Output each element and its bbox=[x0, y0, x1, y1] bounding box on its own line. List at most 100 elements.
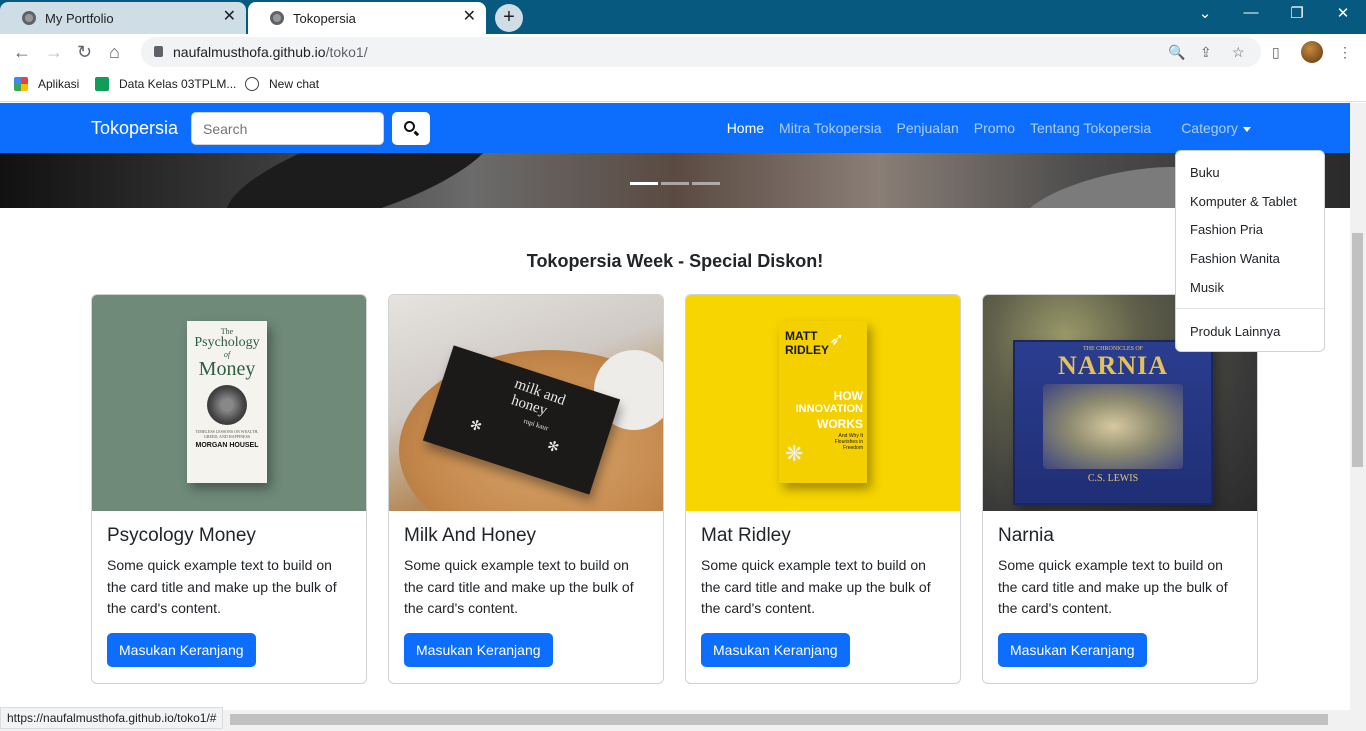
nav-category-toggle[interactable]: Category bbox=[1166, 120, 1251, 136]
url-host: naufalmusthofa.github.io bbox=[173, 44, 326, 60]
card-text: Some quick example text to build on the … bbox=[107, 557, 337, 616]
dropdown-item-fashion-pria[interactable]: Fashion Pria bbox=[1190, 222, 1263, 237]
hero-carousel bbox=[0, 153, 1350, 208]
zoom-icon[interactable]: 🔍 bbox=[1168, 44, 1185, 61]
dropdown-item-buku[interactable]: Buku bbox=[1190, 165, 1220, 180]
book-cover: The Psychology of Money TIMELESS LESSONS… bbox=[187, 321, 267, 483]
bookmark-new-chat[interactable]: New chat bbox=[245, 77, 319, 91]
paper-plane-icon: ➶ bbox=[829, 329, 845, 349]
card-title: Narnia bbox=[998, 525, 1054, 546]
narnia-illustration bbox=[1043, 384, 1183, 469]
reload-icon[interactable]: ↻ bbox=[77, 42, 92, 63]
scrollbar-thumb[interactable] bbox=[230, 714, 1328, 725]
product-image: milk and honey rupi kaur ✻ ✻ bbox=[389, 295, 663, 511]
caret-down-icon bbox=[1243, 126, 1251, 132]
tab-strip: My Portfolio ✕ Tokopersia ✕ + ⌄ — ❐ ✕ bbox=[0, 0, 1366, 34]
address-bar-row: ← → ↻ ⌂ naufalmusthofa.github.io/toko1/ … bbox=[0, 34, 1366, 70]
add-to-cart-button[interactable]: Masukan Keranjang bbox=[404, 633, 553, 667]
cover-text: C.S. LEWIS bbox=[1087, 473, 1139, 484]
close-icon[interactable]: ✕ bbox=[463, 9, 476, 25]
bookmark-label: New chat bbox=[269, 77, 320, 91]
forward-icon[interactable]: → bbox=[45, 42, 63, 63]
carousel-indicator[interactable] bbox=[630, 182, 658, 185]
add-to-cart-button[interactable]: Masukan Keranjang bbox=[701, 633, 850, 667]
apps-grid-icon bbox=[14, 77, 28, 91]
search-button[interactable] bbox=[392, 112, 430, 145]
add-to-cart-button[interactable]: Masukan Keranjang bbox=[107, 633, 256, 667]
url-path: /toko1/ bbox=[325, 44, 368, 60]
product-image: MATT RIDLEY ➶ HOW INNOVATION WORKS And W… bbox=[686, 295, 960, 511]
card-text: Some quick example text to build on the … bbox=[998, 557, 1228, 616]
lock-icon bbox=[154, 46, 163, 57]
menu-icon[interactable]: ⋮ bbox=[1338, 44, 1352, 61]
tab-search-icon[interactable]: ⌄ bbox=[1185, 4, 1225, 22]
new-tab-button[interactable]: + bbox=[495, 4, 523, 32]
product-card: THE CHRONICLES OF NARNIA C.S. LEWIS Narn… bbox=[982, 294, 1258, 684]
dropdown-divider bbox=[1176, 308, 1324, 309]
category-dropdown-menu: Buku Komputer & Tablet Fashion Pria Fash… bbox=[1175, 150, 1325, 352]
carousel-indicator[interactable] bbox=[661, 182, 689, 185]
product-image: The Psychology of Money TIMELESS LESSONS… bbox=[92, 295, 366, 511]
nav-mitra[interactable]: Mitra Tokopersia bbox=[779, 120, 881, 136]
add-to-cart-button[interactable]: Masukan Keranjang bbox=[998, 633, 1147, 667]
dropdown-item-komputer[interactable]: Komputer & Tablet bbox=[1190, 194, 1297, 209]
search-input[interactable] bbox=[191, 112, 384, 145]
share-icon[interactable]: ⇪ bbox=[1200, 44, 1212, 61]
star-icon[interactable]: ☆ bbox=[1232, 44, 1245, 61]
close-icon[interactable]: ✕ bbox=[223, 9, 236, 25]
tab-my-portfolio[interactable]: My Portfolio ✕ bbox=[0, 2, 246, 34]
category-label: Category bbox=[1181, 120, 1238, 136]
cover-text: HOW bbox=[833, 389, 863, 403]
cover-text: Money bbox=[198, 358, 256, 380]
cover-text: And Why It Flourishes in Freedom bbox=[834, 433, 863, 451]
paper-plane-icon: ❋ bbox=[785, 441, 804, 466]
dropdown-item-fashion-wanita[interactable]: Fashion Wanita bbox=[1190, 251, 1280, 266]
cover-text: INNOVATION bbox=[795, 403, 863, 415]
bookmark-label: Aplikasi bbox=[38, 77, 80, 91]
bookmark-apps[interactable]: Aplikasi bbox=[14, 77, 79, 91]
bookmark-data-kelas[interactable]: Data Kelas 03TPLM... bbox=[95, 77, 236, 91]
nav-penjualan[interactable]: Penjualan bbox=[897, 120, 959, 136]
nav-links: Home Mitra Tokopersia Penjualan Promo Te… bbox=[712, 120, 1251, 136]
page-viewport: Tokopersia Home Mitra Tokopersia Penjual… bbox=[0, 103, 1350, 710]
vertical-scrollbar[interactable] bbox=[1350, 103, 1366, 710]
dropdown-item-musik[interactable]: Musik bbox=[1190, 280, 1224, 295]
sheets-icon bbox=[95, 77, 109, 91]
scrollbar-thumb[interactable] bbox=[1352, 233, 1363, 467]
bookmarks-bar: Aplikasi Data Kelas 03TPLM... New chat bbox=[0, 70, 1366, 102]
cover-text: RIDLEY bbox=[785, 343, 830, 357]
side-panel-icon[interactable]: ▯ bbox=[1272, 44, 1280, 61]
cover-text: rupi kaur bbox=[522, 416, 550, 433]
nav-promo[interactable]: Promo bbox=[974, 120, 1015, 136]
home-icon[interactable]: ⌂ bbox=[109, 42, 120, 63]
brand-logo[interactable]: Tokopersia bbox=[91, 118, 178, 139]
tab-title: My Portfolio bbox=[45, 10, 114, 26]
status-bar-url: https://naufalmusthofa.github.io/toko1/# bbox=[0, 707, 224, 729]
card-title: Milk And Honey bbox=[404, 525, 537, 546]
carousel-indicator[interactable] bbox=[692, 182, 720, 185]
site-navbar: Tokopersia Home Mitra Tokopersia Penjual… bbox=[0, 103, 1350, 153]
nav-tentang[interactable]: Tentang Tokopersia bbox=[1030, 120, 1151, 136]
url-input[interactable]: naufalmusthofa.github.io/toko1/ bbox=[141, 37, 1261, 67]
card-text: Some quick example text to build on the … bbox=[701, 557, 931, 616]
chatgpt-icon bbox=[245, 77, 259, 91]
cover-text: NARNIA bbox=[1058, 351, 1168, 380]
tab-tokopersia[interactable]: Tokopersia ✕ bbox=[248, 2, 486, 34]
dropdown-item-produk-lainnya[interactable]: Produk Lainnya bbox=[1190, 324, 1280, 339]
bee-icon: ✻ bbox=[467, 417, 484, 436]
product-card: MATT RIDLEY ➶ HOW INNOVATION WORKS And W… bbox=[685, 294, 961, 684]
search-icon bbox=[404, 121, 415, 132]
tab-title: Tokopersia bbox=[293, 10, 356, 26]
product-card: The Psychology of Money TIMELESS LESSONS… bbox=[91, 294, 367, 684]
section-heading: Tokopersia Week - Special Diskon! bbox=[526, 251, 824, 271]
back-icon[interactable]: ← bbox=[13, 42, 31, 63]
avatar[interactable] bbox=[1301, 41, 1323, 63]
carousel-indicators bbox=[630, 182, 723, 185]
cover-text: MORGAN HOUSEL bbox=[195, 442, 259, 449]
nav-home[interactable]: Home bbox=[727, 120, 764, 136]
card-text: Some quick example text to build on the … bbox=[404, 557, 634, 616]
close-window-button[interactable]: ✕ bbox=[1323, 4, 1363, 22]
restore-button[interactable]: ❐ bbox=[1277, 4, 1317, 22]
minimize-button[interactable]: — bbox=[1231, 4, 1271, 21]
product-card: milk and honey rupi kaur ✻ ✻ Milk And Ho… bbox=[388, 294, 664, 684]
